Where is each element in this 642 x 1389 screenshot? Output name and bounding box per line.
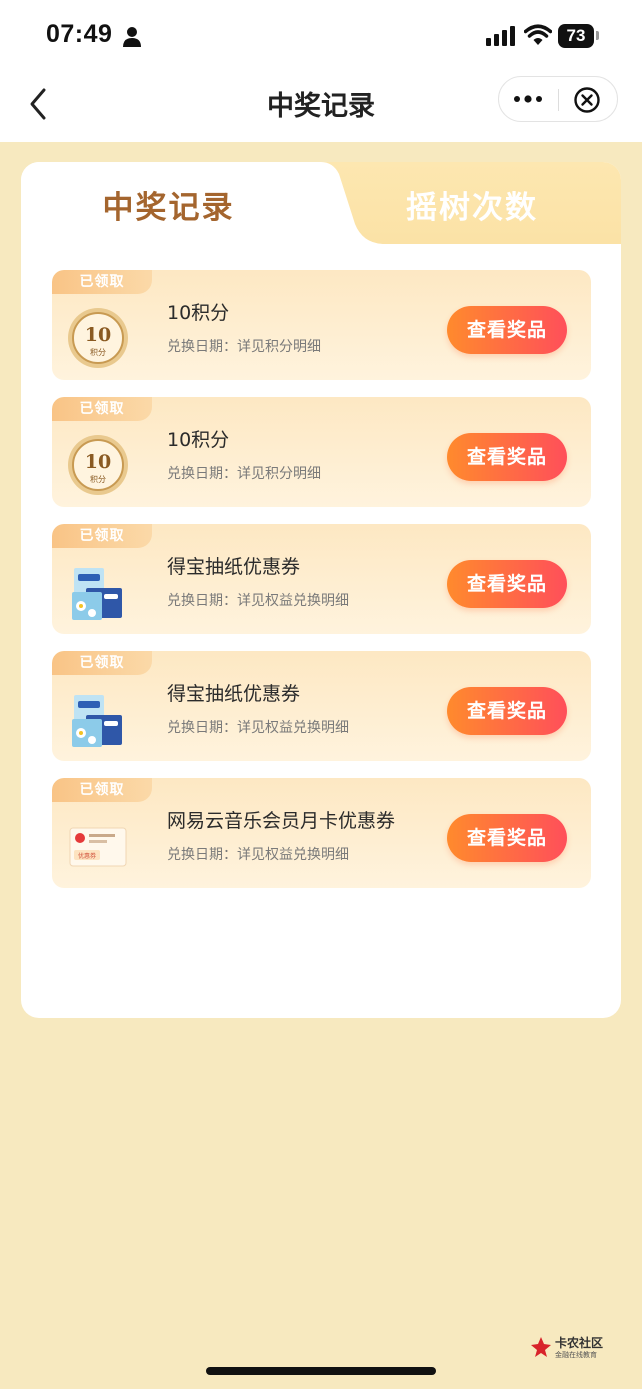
tab-winning-records[interactable]: 中奖记录 (61, 182, 276, 227)
coin-value: 10 (85, 324, 111, 346)
miniprogram-capsule (498, 76, 618, 122)
prize-title: 得宝抽纸优惠券 (167, 683, 301, 705)
record-card: 已领取 优惠券 网易云音乐会员月卡优惠券 兑换日期：详见权益兑换明细 查看奖品 (52, 778, 591, 888)
prize-title: 得宝抽纸优惠券 (167, 556, 301, 578)
capsule-divider (558, 89, 559, 111)
watermark-subtitle: 金融在线教育 (555, 1351, 597, 1359)
coin-unit: 积分 (90, 474, 106, 484)
record-card: 已领取 10 积分 10积分 兑换日期：详见积分明细 查看奖品 (52, 397, 591, 507)
points-coin-icon: 10 积分 (68, 308, 128, 368)
close-icon[interactable] (573, 86, 601, 114)
view-prize-button[interactable]: 查看奖品 (447, 560, 567, 608)
record-card: 已领取 10 积分 10积分 兑换日期：详见积分明细 查看奖品 (52, 270, 591, 380)
home-indicator (206, 1367, 436, 1375)
wifi-icon (524, 24, 552, 45)
coin-unit: 积分 (90, 347, 106, 357)
claimed-tag: 已领取 (52, 270, 152, 294)
claimed-tag: 已领取 (52, 778, 152, 802)
person-icon (123, 27, 141, 47)
record-card: 已领取 得宝抽纸优惠券 兑换日期：详见权益兑换明细 查看奖品 (52, 524, 591, 634)
view-prize-button[interactable]: 查看奖品 (447, 306, 567, 354)
view-prize-button[interactable]: 查看奖品 (447, 687, 567, 735)
records-panel: 中奖记录 摇树次数 已领取 10 积分 10积分 兑换日期：详见积分明细 查看奖… (21, 162, 621, 1018)
points-coin-icon: 10 积分 (68, 435, 128, 495)
redeem-date: 兑换日期：详见积分明细 (167, 339, 321, 355)
watermark-logo-icon (531, 1337, 551, 1357)
watermark-title: 卡农社区 (555, 1336, 604, 1350)
tissue-pack-image (72, 695, 122, 747)
battery-indicator: 73 (558, 24, 594, 48)
battery-tip (596, 31, 599, 40)
tab-shake-count[interactable]: 摇树次数 (387, 182, 557, 227)
header: 07:49 73 中奖记录 (0, 0, 642, 142)
status-time: 07:49 (46, 20, 113, 48)
record-card: 已领取 得宝抽纸优惠券 兑换日期：详见权益兑换明细 查看奖品 (52, 651, 591, 761)
redeem-date: 兑换日期：详见积分明细 (167, 466, 321, 482)
prize-title: 10积分 (167, 302, 230, 324)
claimed-tag: 已领取 (52, 524, 152, 548)
prize-title: 10积分 (167, 429, 230, 451)
claimed-tag: 已领取 (52, 397, 152, 421)
coin-value: 10 (85, 451, 111, 473)
view-prize-button[interactable]: 查看奖品 (447, 814, 567, 862)
coupon-label: 优惠券 (78, 852, 96, 860)
redeem-date: 兑换日期：详见权益兑换明细 (167, 720, 349, 736)
redeem-date: 兑换日期：详见权益兑换明细 (167, 593, 349, 609)
music-coupon-image: 优惠券 (69, 827, 127, 867)
prize-title: 网易云音乐会员月卡优惠券 (167, 810, 396, 832)
view-prize-button[interactable]: 查看奖品 (447, 433, 567, 481)
signal-icon (486, 26, 515, 46)
redeem-date: 兑换日期：详见权益兑换明细 (167, 847, 349, 863)
more-icon[interactable] (513, 91, 543, 107)
tissue-pack-image (72, 568, 122, 620)
claimed-tag: 已领取 (52, 651, 152, 675)
